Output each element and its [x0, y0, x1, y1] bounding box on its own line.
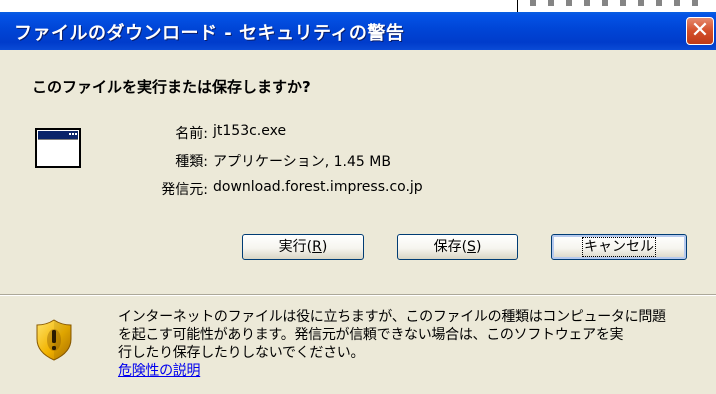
run-button[interactable]: 実行(R) — [242, 234, 364, 260]
warning-line-3: 行したり保存したりしないでください。 危険性の説明 — [118, 344, 708, 380]
cancel-button-label: キャンセル — [582, 237, 656, 257]
warning-line-1: インターネットのファイルは役に立ちますが、このファイルの種類はコンピュータに問題 — [118, 309, 666, 325]
close-button[interactable]: ✕ — [686, 17, 714, 45]
application-icon — [35, 128, 81, 168]
name-label: 名前: — [175, 126, 208, 142]
risk-explanation-link[interactable]: 危険性の説明 — [118, 362, 708, 380]
dialog-title: ファイルのダウンロード - セキュリティの警告 — [14, 23, 405, 44]
separator-highlight — [0, 295, 716, 296]
security-warning-dialog: ファイルのダウンロード - セキュリティの警告 ✕ このファイルを実行または保存… — [0, 12, 716, 394]
from-label: 発信元: — [161, 182, 208, 198]
type-value: アプリケーション, 1.45 MB — [213, 154, 391, 170]
title-bar[interactable]: ファイルのダウンロード - セキュリティの警告 ✕ — [0, 12, 716, 50]
from-value: download.forest.impress.co.jp — [213, 179, 423, 195]
name-value: jt153c.exe — [213, 123, 287, 139]
save-button[interactable]: 保存(S) — [397, 234, 518, 260]
close-icon: ✕ — [690, 18, 710, 43]
question-text: このファイルを実行または保存しますか? — [32, 78, 311, 96]
shield-warning-icon — [36, 319, 72, 361]
run-button-label: 実行(R) — [278, 239, 328, 255]
cancel-button[interactable]: キャンセル — [551, 234, 687, 260]
background-window — [0, 0, 716, 12]
warning-line-2: を起こす可能性があります。発信元が信頼できない場合は、このソフトウェアを実 — [118, 327, 624, 343]
save-button-label: 保存(S) — [433, 239, 482, 255]
warning-text: インターネットのファイルは役に立ちますが、このファイルの種類はコンピュータに問題… — [118, 308, 708, 380]
type-label: 種類: — [175, 154, 208, 170]
background-content — [530, 0, 710, 6]
background-divider — [517, 0, 518, 12]
